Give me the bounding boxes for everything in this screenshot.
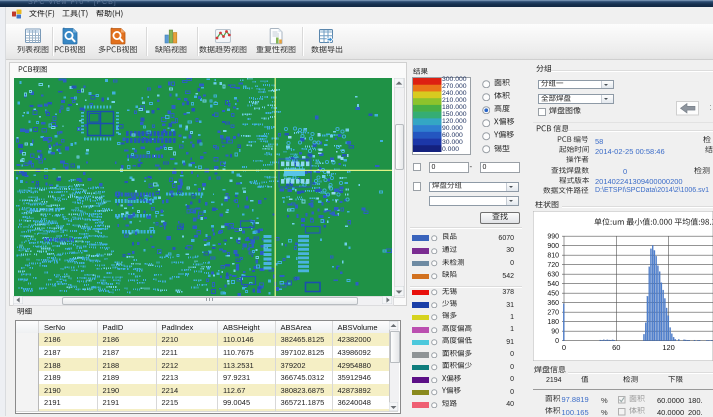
svg-text:60: 60: [612, 343, 620, 352]
svg-text:90: 90: [551, 329, 559, 336]
svg-text:360: 360: [547, 300, 559, 307]
svg-text:180: 180: [547, 319, 559, 326]
svg-text:0: 0: [562, 343, 566, 352]
svg-text:120: 120: [662, 343, 675, 352]
svg-text:0: 0: [555, 338, 559, 345]
svg-text:900: 900: [547, 243, 559, 250]
svg-text:810: 810: [547, 253, 559, 260]
svg-text:990: 990: [547, 234, 559, 241]
svg-text:630: 630: [547, 272, 559, 279]
svg-text:720: 720: [547, 262, 559, 269]
svg-text:540: 540: [547, 281, 559, 288]
svg-text:450: 450: [547, 291, 559, 298]
svg-text:270: 270: [547, 310, 559, 317]
